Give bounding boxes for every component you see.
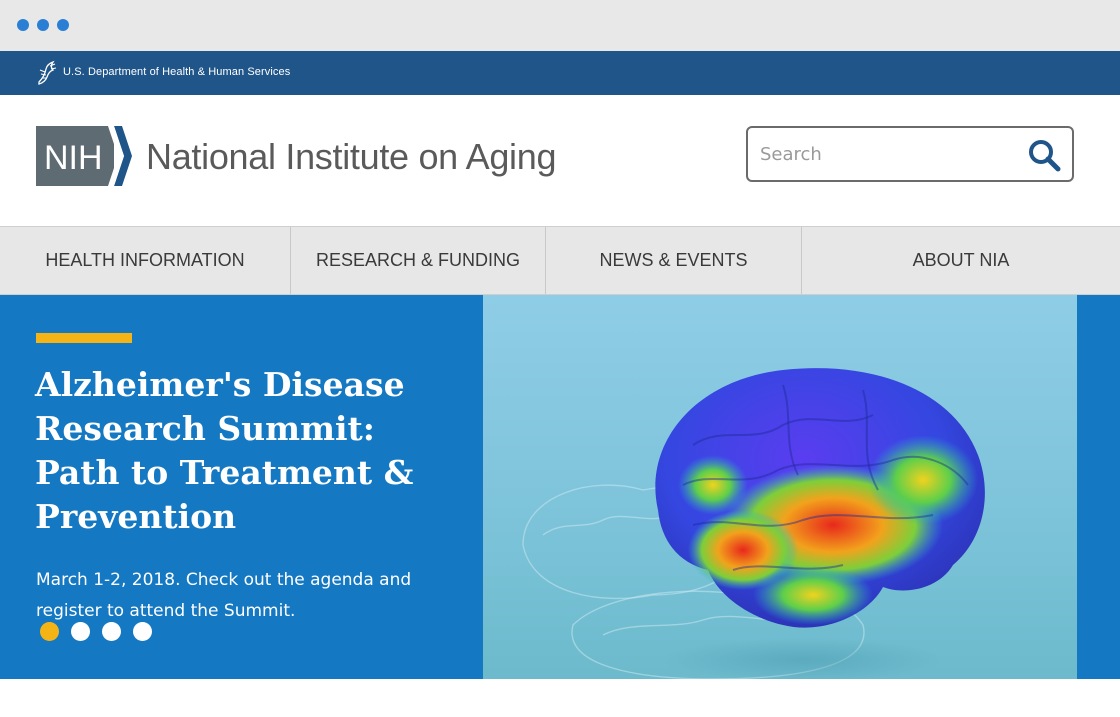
search-input[interactable] bbox=[760, 140, 1010, 168]
window-dot-3 bbox=[57, 19, 69, 31]
carousel-dot-1[interactable] bbox=[40, 622, 59, 641]
carousel-dot-2[interactable] bbox=[71, 622, 90, 641]
hero-text: March 1-2, 2018. Check out the agenda an… bbox=[36, 570, 412, 621]
window-dot-1 bbox=[17, 19, 29, 31]
hhs-bar: U.S. Department of Health & Human Servic… bbox=[0, 51, 1120, 95]
window-dot-2 bbox=[37, 19, 49, 31]
site-title[interactable]: National Institute on Aging bbox=[146, 136, 557, 178]
nih-logo[interactable]: NIH bbox=[36, 126, 132, 186]
nav-health-information[interactable]: HEALTH INFORMATION bbox=[0, 227, 291, 294]
hero-right-edge bbox=[1077, 295, 1120, 679]
search-icon[interactable] bbox=[1026, 137, 1062, 173]
carousel-pager bbox=[40, 622, 152, 641]
browser-chrome bbox=[0, 0, 1120, 51]
nav-about-nia[interactable]: ABOUT NIA bbox=[802, 227, 1120, 294]
search-box bbox=[746, 126, 1074, 182]
hero-carousel: Alzheimer's Disease Research Summit: Pat… bbox=[0, 295, 1120, 679]
site-header: NIH National Institute on Aging bbox=[0, 95, 1120, 226]
hhs-eagle-icon bbox=[38, 60, 57, 85]
carousel-dot-3[interactable] bbox=[102, 622, 121, 641]
hhs-link[interactable]: U.S. Department of Health & Human Servic… bbox=[63, 66, 290, 78]
hero-title[interactable]: Alzheimer's Disease Research Summit: Pat… bbox=[35, 363, 455, 539]
nav-research-funding[interactable]: RESEARCH & FUNDING bbox=[291, 227, 546, 294]
main-nav: HEALTH INFORMATION RESEARCH & FUNDING NE… bbox=[0, 226, 1120, 295]
accent-bar bbox=[36, 333, 132, 343]
nav-news-events[interactable]: NEWS & EVENTS bbox=[546, 227, 802, 294]
carousel-dot-4[interactable] bbox=[133, 622, 152, 641]
nih-logo-text: NIH bbox=[44, 139, 103, 177]
brain-scan-image bbox=[483, 295, 1077, 679]
